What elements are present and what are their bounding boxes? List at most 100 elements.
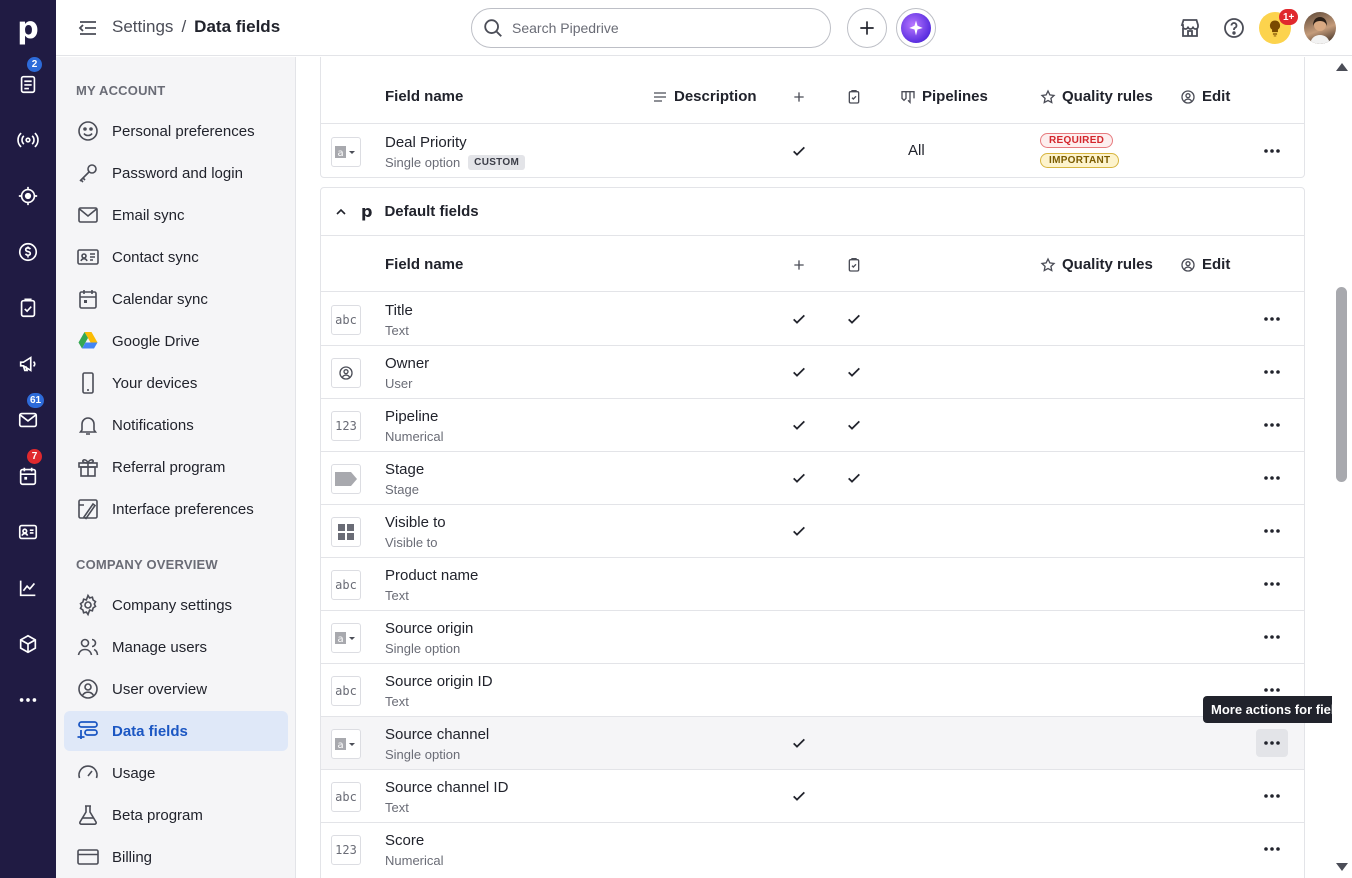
nav-password-login[interactable]: Password and login <box>64 153 288 193</box>
pipedrive-logo[interactable]: p <box>0 0 56 56</box>
main-scrollbar[interactable] <box>1332 57 1352 878</box>
table-row[interactable]: abc Product name Text <box>321 558 1304 611</box>
more-actions-button[interactable] <box>1256 411 1288 439</box>
phone-icon <box>82 372 94 394</box>
custom-fields-card: Field name Description Pipelines Quality… <box>320 57 1305 178</box>
nav-label: Calendar sync <box>112 290 208 308</box>
rail-leads[interactable] <box>8 64 48 104</box>
nav-personal-preferences[interactable]: Personal preferences <box>64 111 288 151</box>
more-actions-button[interactable] <box>1256 570 1288 598</box>
activities-icon <box>20 298 36 318</box>
field-name[interactable]: Deal Priority <box>385 134 467 151</box>
rail-campaigns[interactable] <box>8 344 48 384</box>
nav-contact-sync[interactable]: Contact sync <box>64 237 288 277</box>
plus-icon <box>860 21 874 35</box>
user-avatar[interactable] <box>1304 12 1336 44</box>
global-search[interactable] <box>471 8 831 48</box>
visibility-type-icon <box>331 517 361 547</box>
svg-text:a: a <box>338 740 344 751</box>
field-name[interactable]: Pipeline <box>385 408 438 425</box>
nav-manage-users[interactable]: Manage users <box>64 627 288 667</box>
field-name[interactable]: Stage <box>385 461 424 478</box>
nav-usage[interactable]: Usage <box>64 753 288 793</box>
table-row[interactable]: Stage Stage <box>321 452 1304 505</box>
nav-user-overview[interactable]: User overview <box>64 669 288 709</box>
scroll-up-icon[interactable] <box>1336 63 1348 71</box>
table-row[interactable]: abc Source channel ID Text <box>321 770 1304 823</box>
rail-more[interactable] <box>8 680 48 720</box>
marketplace-icon[interactable] <box>1178 16 1202 40</box>
rail-mail[interactable] <box>8 400 48 440</box>
sparkle-icon <box>901 13 931 43</box>
nav-label: Manage users <box>112 638 208 656</box>
rail-activities[interactable] <box>8 288 48 328</box>
table-row[interactable]: abc Source origin ID Text <box>321 664 1304 717</box>
field-name[interactable]: Visible to <box>385 514 446 531</box>
nav-referral-program[interactable]: Referral program <box>64 447 288 487</box>
table-row[interactable]: 123 Score Numerical <box>321 823 1304 876</box>
table-row[interactable]: a Source channel Single option <box>321 717 1304 770</box>
field-name[interactable]: Owner <box>385 355 429 372</box>
table-row[interactable]: abc Title Text <box>321 293 1304 346</box>
help-icon[interactable] <box>1222 16 1246 40</box>
field-name[interactable]: Score <box>385 832 424 849</box>
table-row[interactable]: 123 Pipeline Numerical <box>321 399 1304 452</box>
more-horizontal-icon <box>1264 688 1280 692</box>
nav-calendar-sync[interactable]: Calendar sync <box>64 279 288 319</box>
nav-email-sync[interactable]: Email sync <box>64 195 288 235</box>
field-name[interactable]: Source origin <box>385 620 473 637</box>
flask-icon <box>79 805 97 825</box>
nav-interface-preferences[interactable]: Interface preferences <box>64 489 288 529</box>
rail-contacts[interactable] <box>8 512 48 552</box>
nav-data-fields[interactable]: Data fields <box>64 711 288 751</box>
more-horizontal-icon <box>1264 529 1280 533</box>
ai-assistant-button[interactable] <box>896 8 936 48</box>
nav-your-devices[interactable]: Your devices <box>64 363 288 403</box>
search-input[interactable] <box>512 20 812 36</box>
field-name[interactable]: Title <box>385 302 413 319</box>
rail-calendar[interactable] <box>8 456 48 496</box>
breadcrumb-settings[interactable]: Settings <box>112 17 173 37</box>
check-icon <box>791 788 807 804</box>
more-actions-button[interactable] <box>1256 517 1288 545</box>
field-name[interactable]: Source origin ID <box>385 673 493 690</box>
rail-reports[interactable] <box>8 568 48 608</box>
more-icon <box>19 698 37 702</box>
table-row[interactable]: a Deal Priority Single option CUSTOM All… <box>321 125 1304 178</box>
more-actions-button[interactable] <box>1256 729 1288 757</box>
more-actions-button[interactable] <box>1256 137 1288 165</box>
chevron-up-icon[interactable] <box>333 204 349 220</box>
nav-notifications[interactable]: Notifications <box>64 405 288 445</box>
more-actions-button[interactable] <box>1256 305 1288 333</box>
more-actions-button[interactable] <box>1256 358 1288 386</box>
more-actions-button[interactable] <box>1256 835 1288 863</box>
field-name[interactable]: Source channel <box>385 726 489 743</box>
table-row[interactable]: a Source origin Single option <box>321 611 1304 664</box>
field-name[interactable]: Product name <box>385 567 478 584</box>
more-actions-button[interactable] <box>1256 464 1288 492</box>
field-type: User <box>385 376 413 391</box>
more-horizontal-icon <box>1264 370 1280 374</box>
nav-beta-program[interactable]: Beta program <box>64 795 288 835</box>
rail-products[interactable] <box>8 624 48 664</box>
scroll-down-icon[interactable] <box>1336 863 1348 871</box>
field-name[interactable]: Source channel ID <box>385 779 508 796</box>
rail-deals[interactable] <box>8 120 48 160</box>
table-row[interactable]: Owner User <box>321 346 1304 399</box>
scroll-thumb[interactable] <box>1336 287 1347 482</box>
more-actions-button[interactable] <box>1256 623 1288 651</box>
rail-revenue[interactable] <box>8 232 48 272</box>
quick-add-button[interactable] <box>847 8 887 48</box>
more-actions-button[interactable] <box>1256 782 1288 810</box>
nav-label: Referral program <box>112 458 226 476</box>
check-icon <box>846 311 862 327</box>
collapse-menu-icon[interactable] <box>76 16 100 40</box>
nav-billing[interactable]: Billing <box>64 837 288 877</box>
rail-insights[interactable] <box>8 176 48 216</box>
nav-company-settings[interactable]: Company settings <box>64 585 288 625</box>
nav-google-drive[interactable]: Google Drive <box>64 321 288 361</box>
default-fields-group-header[interactable]: p Default fields <box>321 188 1304 236</box>
star-icon <box>1040 88 1056 104</box>
table-row[interactable]: Visible to Visible to <box>321 505 1304 558</box>
field-type: Single option CUSTOM <box>385 155 526 170</box>
